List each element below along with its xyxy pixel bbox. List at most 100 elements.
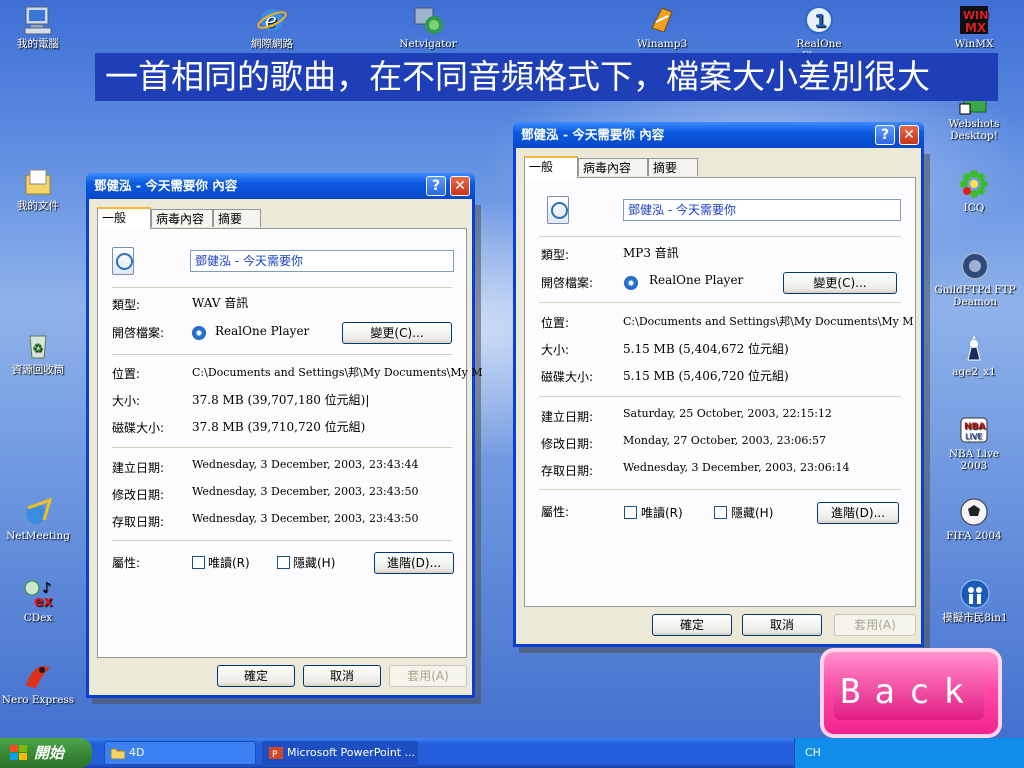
change-button[interactable]: 變更(C)... xyxy=(783,272,897,294)
desktop-icon-icq[interactable]: ICQ xyxy=(936,168,1012,214)
opens-with-label: 開啓檔案: xyxy=(541,276,594,290)
start-button[interactable]: 開始 xyxy=(0,738,92,768)
tab-virus[interactable]: 病毒內容 xyxy=(151,209,213,227)
desktop-icon-label: Webshots Desktop! xyxy=(948,118,1000,142)
readonly-label[interactable]: 唯讀(R) xyxy=(641,504,683,521)
desktop-icon-label: Winamp3 xyxy=(636,38,688,50)
type-label: 類型: xyxy=(112,298,141,312)
desktop-icon-label: 網際網路 xyxy=(251,38,293,50)
folder-icon xyxy=(111,748,125,759)
icq-icon xyxy=(958,168,990,200)
winmx-icon: WIN MX xyxy=(958,4,990,36)
filename-field[interactable]: 鄧健泓 - 今天需要你 xyxy=(623,199,901,221)
disk-size-value: 5.15 MB (5,406,720 位元組) xyxy=(623,369,789,383)
back-button[interactable]: Back xyxy=(820,648,1002,738)
type-value: MP3 音訊 xyxy=(623,246,679,260)
close-icon[interactable]: ✕ xyxy=(450,176,470,196)
desktop-icon-label: GuildFTPd FTP Deamon xyxy=(934,284,1016,308)
audio-file-icon xyxy=(112,247,134,275)
desktop-icon-sims[interactable]: 模擬市民8in1 xyxy=(932,578,1018,624)
filename-field[interactable]: 鄧健泓 - 今天需要你 xyxy=(190,250,454,272)
cancel-button[interactable]: 取消 xyxy=(303,665,381,687)
window-titlebar[interactable]: 鄧健泓 - 今天需要你 內容 ? ✕ xyxy=(86,173,475,199)
readonly-label[interactable]: 唯讀(R) xyxy=(208,554,250,571)
tab-summary[interactable]: 摘要 xyxy=(213,209,261,227)
accessed-label: 存取日期: xyxy=(541,464,594,478)
separator xyxy=(112,354,452,355)
tab-virus[interactable]: 病毒內容 xyxy=(578,158,648,176)
desktop-icon-nero[interactable]: Nero Express xyxy=(0,660,76,706)
created-value: Saturday, 25 October, 2003, 22:15:12 xyxy=(623,407,832,420)
cancel-button[interactable]: 取消 xyxy=(742,614,822,636)
desktop-icon-age2[interactable]: age2_x1 xyxy=(936,332,1012,378)
created-label: 建立日期: xyxy=(541,410,594,424)
tab-general[interactable]: 一般 xyxy=(97,207,151,229)
language-indicator[interactable]: CH xyxy=(805,746,821,759)
desktop-icon-netmeeting[interactable]: NetMeeting xyxy=(0,496,76,542)
taskbar-item-4d[interactable]: 4D xyxy=(104,741,256,765)
internet-explorer-icon: e xyxy=(256,4,288,36)
taskbar-item-powerpoint[interactable]: P Microsoft PowerPoint ... xyxy=(262,741,418,765)
advanced-button[interactable]: 進階(D)... xyxy=(374,552,454,574)
type-label: 類型: xyxy=(541,248,570,262)
svg-text:1: 1 xyxy=(814,11,827,32)
readonly-checkbox[interactable] xyxy=(192,556,205,569)
fifa-icon xyxy=(958,496,990,528)
disk-size-label: 磁碟大小: xyxy=(112,421,165,435)
desktop-icon-nba-live[interactable]: NBA LIVE NBA Live 2003 xyxy=(936,414,1012,472)
hidden-label[interactable]: 隱藏(H) xyxy=(293,554,335,571)
hidden-label[interactable]: 隱藏(H) xyxy=(731,504,773,521)
realone-small-icon xyxy=(624,276,638,290)
type-value: WAV 音訊 xyxy=(192,296,249,310)
apply-button[interactable]: 套用(A) xyxy=(834,614,916,636)
tab-general[interactable]: 一般 xyxy=(524,156,578,178)
realone-player-icon: 1 xyxy=(803,4,835,36)
close-icon[interactable]: ✕ xyxy=(899,125,919,145)
svg-text:P: P xyxy=(272,750,278,759)
desktop-icon-winamp[interactable]: Winamp3 xyxy=(624,4,700,50)
desktop-icon-my-computer[interactable]: 我的電腦 xyxy=(0,4,76,50)
modified-label: 修改日期: xyxy=(112,488,165,502)
help-icon[interactable]: ? xyxy=(426,176,446,196)
created-label: 建立日期: xyxy=(112,461,165,475)
my-computer-icon xyxy=(22,4,54,36)
taskbar: 開始 4D P Microsoft PowerPoint ... CH xyxy=(0,738,1024,768)
desktop-icon-recycle-bin[interactable]: ♻ 資源回收筒 xyxy=(0,330,76,376)
desktop-icon-label: 資源回收筒 xyxy=(11,364,65,376)
desktop-icon-my-documents[interactable]: 我的文件 xyxy=(0,166,76,212)
advanced-button[interactable]: 進階(D)... xyxy=(817,502,899,524)
ok-button[interactable]: 確定 xyxy=(217,665,295,687)
powerpoint-icon: P xyxy=(269,747,283,759)
desktop-icon-winmx[interactable]: WIN MX WinMX xyxy=(936,4,1012,50)
desktop-icon-fifa[interactable]: FIFA 2004 xyxy=(936,496,1012,542)
windows-logo-icon xyxy=(10,745,28,761)
change-button[interactable]: 變更(C)... xyxy=(342,322,452,344)
desktop-icon-label: Netvigator xyxy=(399,38,457,50)
desktop-icon-label: 我的文件 xyxy=(17,200,59,212)
window-titlebar[interactable]: 鄧健泓 - 今天需要你 內容 ? ✕ xyxy=(513,122,924,148)
desktop-icon-cdex[interactable]: ex ♪ CDex xyxy=(0,578,76,624)
opens-with-value: RealOne Player xyxy=(215,324,310,338)
apply-button[interactable]: 套用(A) xyxy=(389,665,467,687)
desktop-icon-netvigator[interactable]: Netvigator xyxy=(390,4,466,50)
tab-summary[interactable]: 摘要 xyxy=(648,158,698,176)
desktop-icon-label: CDex xyxy=(23,612,53,624)
help-icon[interactable]: ? xyxy=(875,125,895,145)
hidden-checkbox[interactable] xyxy=(277,556,290,569)
separator xyxy=(539,396,901,397)
accessed-value: Wednesday, 3 December, 2003, 23:43:50 xyxy=(192,512,419,525)
modified-label: 修改日期: xyxy=(541,437,594,451)
readonly-checkbox[interactable] xyxy=(624,506,637,519)
guildftpd-icon xyxy=(959,250,991,282)
desktop-icon-label: NetMeeting xyxy=(6,530,70,542)
desktop-icon-label: 我的電腦 xyxy=(17,38,59,50)
properties-window-mp3: 鄧健泓 - 今天需要你 內容 ? ✕ 一般 病毒內容 摘要 鄧健泓 - 今天需要… xyxy=(513,122,924,647)
svg-text:e: e xyxy=(265,8,277,32)
ok-button[interactable]: 確定 xyxy=(652,614,732,636)
hidden-checkbox[interactable] xyxy=(714,506,727,519)
desktop-icon-guildftpd[interactable]: GuildFTPd FTP Deamon xyxy=(932,250,1018,308)
location-label: 位置: xyxy=(541,316,570,330)
desktop-icon-internet[interactable]: e 網際網路 xyxy=(234,4,310,50)
disk-size-label: 磁碟大小: xyxy=(541,370,594,384)
realone-small-icon xyxy=(192,326,206,340)
